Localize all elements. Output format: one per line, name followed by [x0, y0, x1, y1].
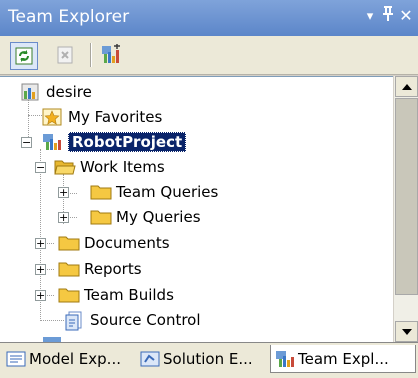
team-explorer-icon — [276, 350, 294, 367]
tab-solution-explorer[interactable]: Solution E... — [136, 345, 266, 373]
tab-label: Solution E... — [163, 350, 253, 368]
pin-button[interactable] — [379, 6, 397, 26]
tree-item-label: Source Control — [90, 311, 201, 329]
tree-item-documents[interactable]: Documents — [58, 231, 170, 255]
tree-item-label: Reports — [84, 260, 142, 278]
arrow-down-icon — [401, 328, 412, 335]
window-title: Team Explorer — [8, 7, 130, 27]
tree-item-label: My Favorites — [68, 108, 163, 126]
tree-item-label: Work Items — [80, 158, 165, 176]
tree-item-reports[interactable]: Reports — [58, 257, 142, 281]
collapse-project-icon[interactable]: − — [21, 137, 32, 148]
window-menu-dropdown[interactable]: ▾ — [361, 9, 379, 24]
arrow-up-icon — [401, 83, 412, 90]
expand-my-queries-icon[interactable]: + — [58, 212, 69, 223]
expand-reports-icon[interactable]: + — [35, 264, 46, 275]
toolbar — [0, 36, 418, 75]
title-bar: Team Explorer ▾ ✕ — [0, 0, 418, 36]
tree-item-server[interactable]: desire — [20, 80, 92, 104]
tree-item-label: Documents — [84, 234, 170, 252]
close-button[interactable]: ✕ — [397, 6, 415, 25]
tree-item-label: RobotProject — [68, 132, 187, 152]
folder-icon — [90, 183, 112, 201]
star-icon — [42, 108, 62, 126]
scroll-down-button[interactable] — [395, 321, 418, 342]
vertical-scrollbar[interactable] — [393, 76, 418, 342]
toolbar-separator — [90, 43, 92, 67]
solution-explorer-icon — [140, 351, 160, 367]
tree-item-label: desire — [46, 83, 92, 101]
tree-item-my-queries[interactable]: My Queries — [90, 205, 201, 229]
team-project-icon — [42, 133, 62, 151]
expand-team-queries-icon[interactable]: + — [58, 187, 69, 198]
stop-icon — [57, 46, 73, 64]
server-icon — [20, 83, 40, 101]
tab-label: Team Expl... — [298, 349, 389, 368]
folder-icon — [58, 234, 80, 252]
folder-icon — [58, 260, 80, 278]
tab-model-explorer[interactable]: Model Exp... — [2, 345, 134, 373]
expand-team-builds-icon[interactable]: + — [35, 290, 46, 301]
stop-button[interactable] — [52, 42, 78, 68]
refresh-button[interactable] — [10, 42, 38, 70]
folder-icon — [90, 208, 112, 226]
pin-icon — [383, 6, 393, 21]
folder-icon — [58, 286, 80, 304]
tool-window-tabs: Model Exp... Solution E... Team Expl... — [0, 342, 418, 378]
model-explorer-icon — [6, 351, 26, 367]
refresh-icon — [15, 47, 33, 65]
add-team-project-icon — [102, 44, 120, 63]
tree-item-team-builds[interactable]: Team Builds — [58, 283, 174, 307]
tab-team-explorer[interactable]: Team Expl... — [270, 345, 416, 373]
tab-label: Model Exp... — [29, 350, 121, 368]
open-folder-icon — [54, 158, 76, 176]
collapse-work-items-icon[interactable]: − — [35, 162, 46, 173]
tree-item-label: Team Builds — [84, 286, 174, 304]
team-explorer-tree[interactable]: desire My Favorites − RobotProject − Wor… — [0, 76, 393, 343]
tree-item-label: Team Queries — [116, 183, 219, 201]
scroll-up-button[interactable] — [395, 76, 418, 97]
tree-item-source-control[interactable]: Source Control — [64, 308, 201, 332]
tree-item-my-favorites[interactable]: My Favorites — [42, 105, 162, 129]
expand-documents-icon[interactable]: + — [35, 238, 46, 249]
tree-item-project[interactable]: RobotProject — [42, 130, 187, 154]
tree-item-label: My Queries — [116, 208, 201, 226]
tree-item-team-queries[interactable]: Team Queries — [90, 180, 218, 204]
add-team-project-button[interactable] — [98, 42, 124, 68]
source-control-icon — [64, 311, 84, 331]
scrollbar-thumb[interactable] — [395, 98, 418, 295]
tree-item-work-items[interactable]: Work Items — [54, 155, 165, 179]
